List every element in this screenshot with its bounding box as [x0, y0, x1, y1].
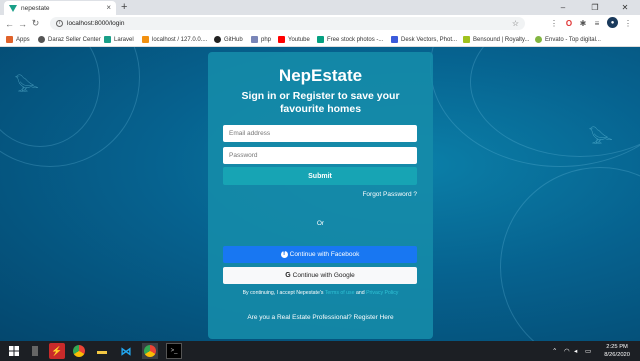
maximize-button[interactable]: ❐ — [584, 0, 606, 15]
facebook-icon: f — [280, 251, 288, 258]
realestate-register-link[interactable]: Are you a Real Estate Professional? Regi… — [208, 314, 433, 321]
language-icon[interactable]: ▭ — [585, 341, 591, 361]
bird-silhouette-icon: 𓅪 — [588, 127, 613, 152]
extensions-puzzle-icon[interactable]: ✱ — [578, 18, 588, 28]
bird-silhouette-icon: 𓅪 — [14, 75, 39, 100]
freepik-icon — [391, 36, 398, 43]
windows-logo-icon — [9, 346, 19, 356]
brand-title: NepEstate — [278, 66, 363, 85]
bookmark-laravel[interactable]: Laravel — [104, 34, 134, 45]
bookmark-github[interactable]: GitHub — [214, 34, 243, 45]
address-url: localhost:8000/login — [67, 20, 125, 27]
terminal-icon[interactable]: >_ — [166, 343, 182, 359]
facebook-login-button[interactable]: f Continue with Facebook — [223, 246, 417, 263]
file-explorer-icon[interactable]: ▬ — [94, 343, 110, 359]
forward-icon[interactable]: → — [16, 19, 29, 29]
start-button[interactable] — [6, 343, 22, 359]
show-hidden-icons[interactable]: ⌃ — [552, 341, 557, 361]
windows-taskbar: ⚡ ▬ ⋈ >_ ⌃ ◠ ◂ ▭ 2:25 PM 8/26/2020 — [0, 341, 640, 361]
facebook-login-label: Continue with Facebook — [289, 251, 360, 258]
bookmark-bensound[interactable]: Bensound | Royalty... — [463, 34, 529, 45]
bookmark-youtube[interactable]: Youtube — [278, 34, 310, 45]
new-tab-button[interactable]: + — [121, 2, 127, 13]
google-login-label: Continue with Google — [292, 272, 355, 279]
bensound-icon — [463, 36, 470, 43]
site-info-icon[interactable]: i — [56, 20, 63, 27]
forgot-password-link[interactable]: Forgot Password ? — [362, 191, 417, 198]
task-view-icon[interactable] — [27, 343, 43, 359]
google-icon: G — [285, 272, 291, 279]
chrome-menu-icon[interactable]: ⋮ — [623, 18, 633, 28]
network-icon[interactable]: ◠ — [564, 341, 570, 361]
minimize-button[interactable]: – — [552, 0, 574, 15]
tab-strip: nepestate × + – ❐ ✕ — [0, 0, 640, 15]
terms-notice: By continuing, I accept Nepestate's Term… — [242, 290, 399, 296]
vscode-icon[interactable]: ⋈ — [118, 343, 134, 359]
bookmark-daraz[interactable]: Daraz Seller Center — [38, 34, 101, 45]
back-icon[interactable]: ← — [3, 19, 16, 29]
bookmarks-bar: Apps Daraz Seller Center Laravel localho… — [0, 32, 640, 47]
bookmark-desk-vectors[interactable]: Desk Vectors, Phot... — [391, 34, 457, 45]
opera-extension-icon[interactable]: O — [564, 18, 574, 28]
pexels-icon — [317, 36, 324, 43]
apps-grid-icon — [6, 36, 13, 43]
close-window-button[interactable]: ✕ — [614, 0, 636, 15]
phpmyadmin-icon — [142, 36, 149, 43]
daraz-icon — [38, 36, 45, 43]
volume-icon[interactable]: ◂ — [574, 341, 577, 361]
laravel-icon — [104, 36, 111, 43]
bookmark-localhost[interactable]: localhost / 127.0.0.... — [142, 34, 207, 45]
browser-tab[interactable]: nepestate × — [4, 1, 116, 15]
tab-title: nepestate — [21, 4, 50, 12]
bookmark-envato[interactable]: Envato - Top digital... — [535, 34, 601, 45]
github-icon — [214, 36, 221, 43]
or-divider: Or — [316, 220, 325, 227]
browser-menu-icon[interactable]: ⋮ — [549, 18, 559, 28]
password-input[interactable] — [223, 147, 417, 164]
youtube-icon — [278, 36, 285, 43]
bookmark-apps[interactable]: Apps — [6, 34, 30, 45]
login-subtitle: Sign in or Register to save your favouri… — [241, 90, 400, 115]
submit-button[interactable]: Submit — [223, 167, 417, 185]
bookmark-free-stock-photos[interactable]: Free stock photos -... — [317, 34, 383, 45]
reading-list-icon[interactable]: ≡ — [592, 18, 602, 28]
chrome-active-icon[interactable] — [142, 343, 158, 359]
email-input[interactable] — [223, 125, 417, 142]
address-bar[interactable]: i localhost:8000/login ☆ — [50, 17, 525, 30]
tab-close-icon[interactable]: × — [106, 4, 111, 12]
terms-of-use-link[interactable]: Terms of use — [325, 290, 355, 296]
reload-icon[interactable]: ↻ — [29, 18, 42, 29]
php-icon — [251, 36, 258, 43]
profile-avatar[interactable]: ● — [607, 17, 618, 28]
browser-toolbar: ← → ↻ i localhost:8000/login ☆ — [0, 15, 640, 32]
flash-app-icon[interactable]: ⚡ — [49, 343, 65, 359]
chrome-taskbar-icon[interactable] — [71, 343, 87, 359]
google-login-button[interactable]: G Continue with Google — [223, 267, 417, 284]
system-clock[interactable]: 2:25 PM 8/26/2020 — [604, 343, 630, 359]
login-card: NepEstate Sign in or Register to save yo… — [208, 52, 433, 339]
bookmark-star-icon[interactable]: ☆ — [512, 19, 519, 28]
privacy-policy-link[interactable]: Privacy Policy — [366, 290, 398, 296]
envato-icon — [535, 36, 542, 43]
bookmark-php[interactable]: php — [251, 34, 271, 45]
background-swirl — [500, 167, 640, 341]
tab-favicon-icon — [9, 4, 17, 12]
